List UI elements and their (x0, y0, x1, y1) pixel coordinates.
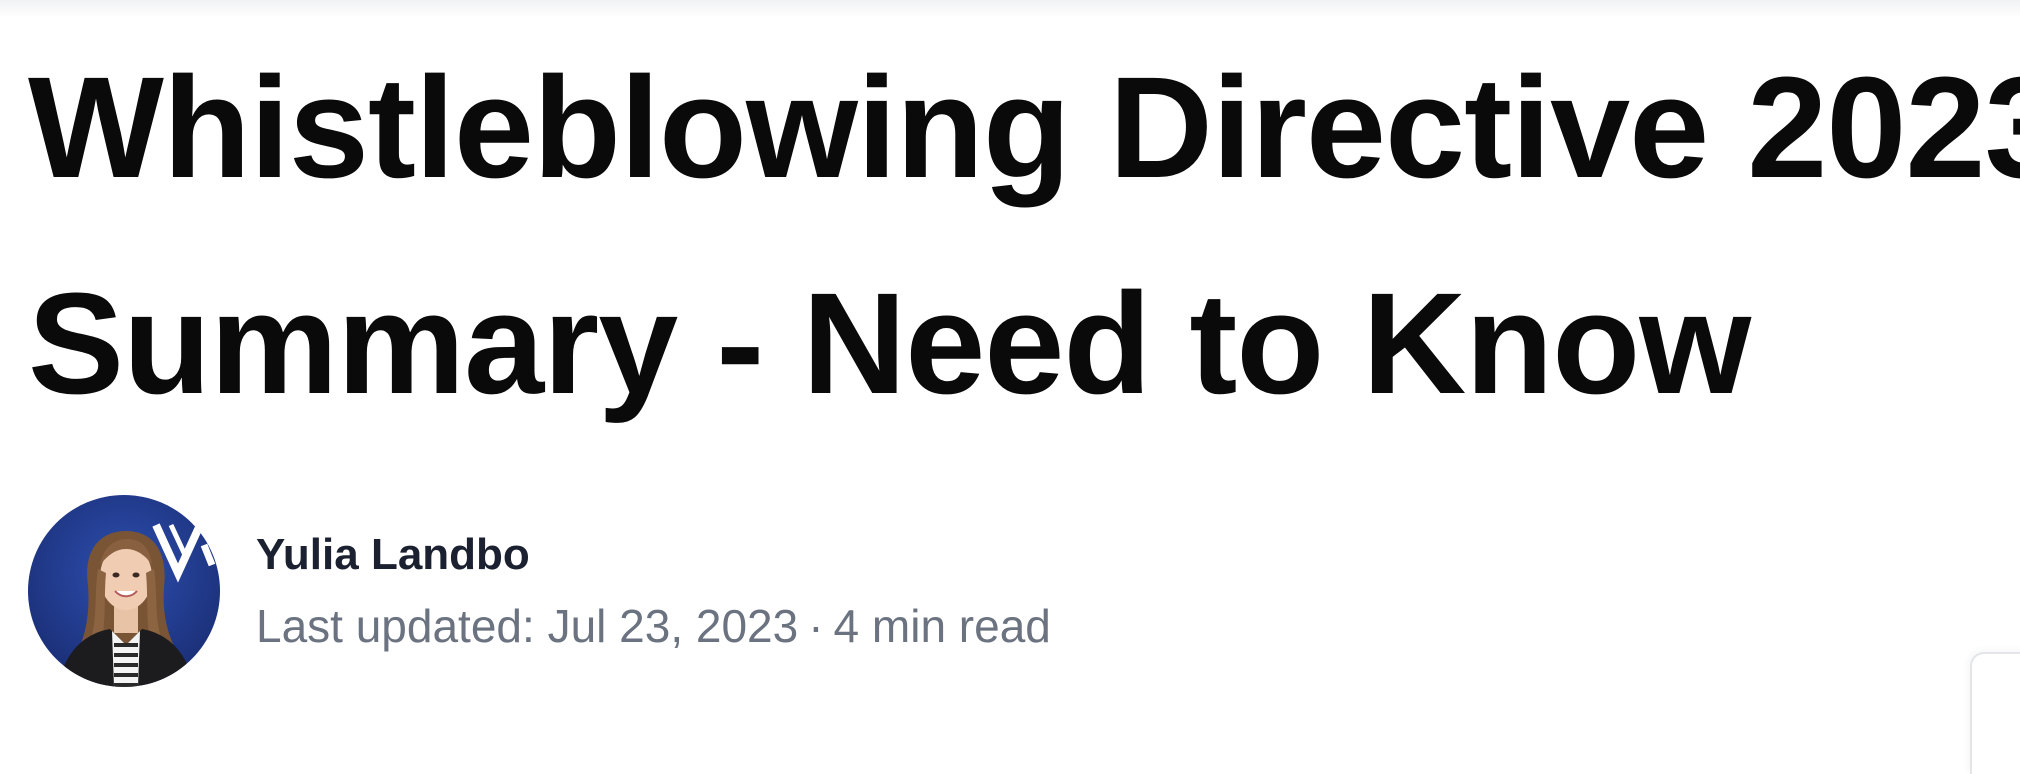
author-meta: Yulia Landbo Last updated: Jul 23, 2023 ·… (256, 527, 1051, 655)
floating-corner-widget[interactable] (1970, 652, 2020, 774)
article-title-line-1: Whistleblowing Directive 2023 (28, 47, 2020, 208)
author-byline: Yulia Landbo Last updated: Jul 23, 2023 ·… (28, 495, 1051, 687)
top-bar-shadow (0, 0, 2020, 18)
author-name-link[interactable]: Yulia Landbo (256, 527, 1051, 583)
article-header: Whistleblowing Directive 2023 Summary - … (28, 20, 2020, 452)
author-avatar[interactable] (28, 495, 220, 687)
read-time: 4 min read (833, 600, 1051, 652)
meta-separator: · (808, 600, 824, 652)
author-avatar-photo (28, 495, 220, 687)
article-meta: Last updated: Jul 23, 2023 · 4 min read (256, 597, 1051, 655)
article-title-line-2: Summary - Need to Know (28, 263, 1751, 424)
article-title: Whistleblowing Directive 2023 Summary - … (28, 20, 2020, 452)
last-updated-date: Last updated: Jul 23, 2023 (256, 600, 799, 652)
